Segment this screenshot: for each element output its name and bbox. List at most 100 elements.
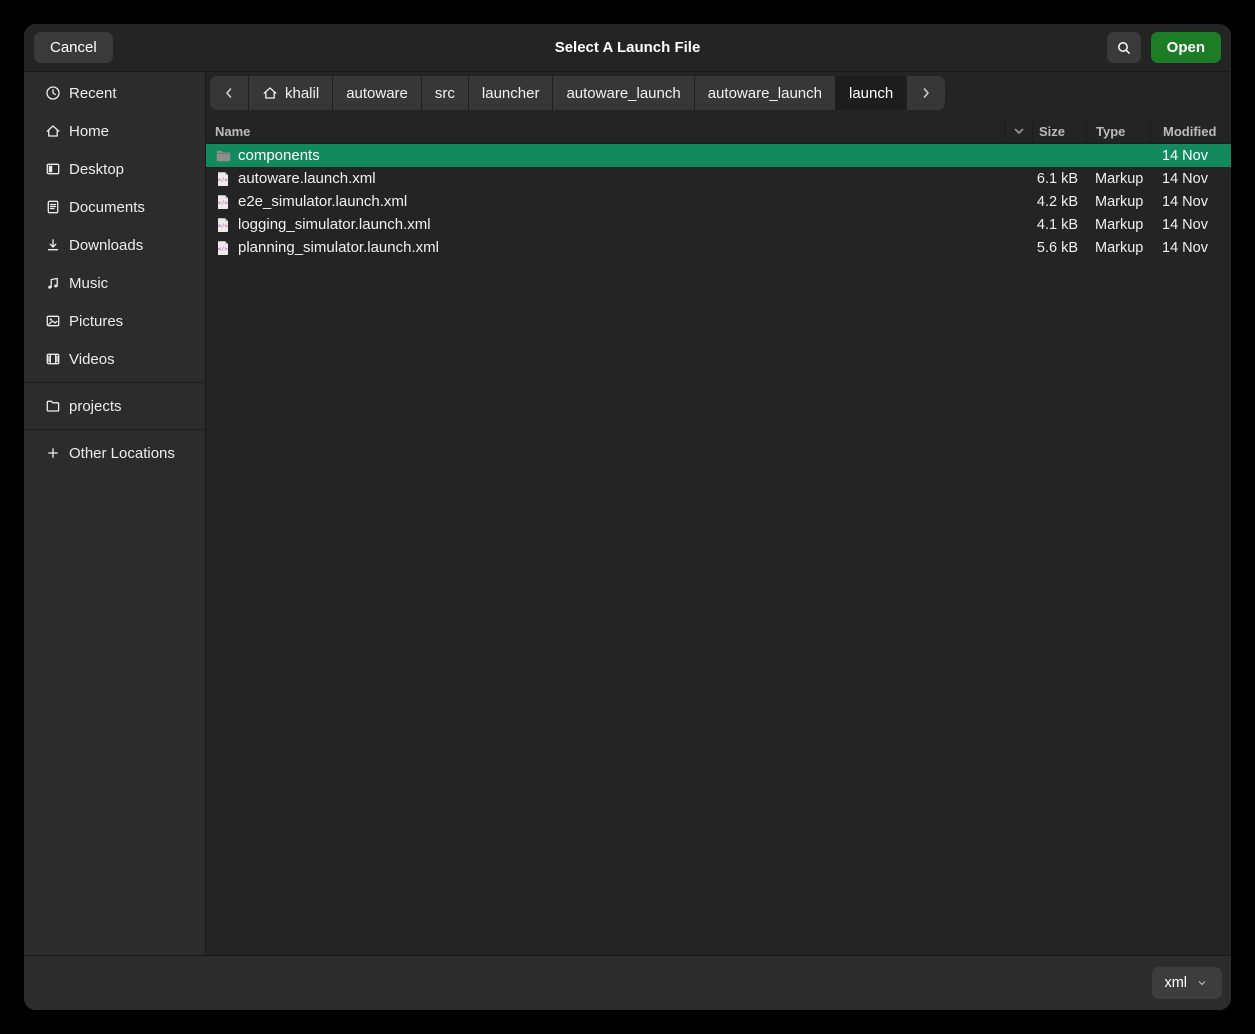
screen-background: Cancel Select A Launch File Open Recent H…: [0, 0, 1255, 1034]
file-size-cell: 4.2 kB: [1032, 194, 1086, 210]
dialog-body: Recent Home Desktop DocumentsDownloads Music…: [24, 72, 1231, 955]
file-name-label: e2e_simulator.launch.xml: [238, 193, 407, 210]
file-name-label: logging_simulator.launch.xml: [238, 216, 431, 233]
headerbar: Cancel Select A Launch File Open: [24, 24, 1231, 72]
sidebar-separator: [24, 429, 205, 430]
clock-icon: [45, 85, 61, 101]
file-row-logging-simulator-launch-xml[interactable]: </>logging_simulator.launch.xml 4.1 kBMar…: [206, 213, 1231, 236]
sort-indicator[interactable]: [1005, 119, 1032, 143]
xml-file-icon: </>: [215, 194, 231, 210]
sidebar-item-label: Desktop: [69, 161, 124, 178]
file-modified-cell: 14 Nov: [1150, 240, 1231, 256]
sidebar-item-other-locations[interactable]: Other Locations: [28, 434, 201, 472]
file-modified-cell: 14 Nov: [1150, 194, 1231, 210]
breadcrumb-segment-label: autoware_launch: [566, 85, 680, 102]
sidebar-item-projects[interactable]: projects: [28, 387, 201, 425]
file-modified-cell: 14 Nov: [1150, 148, 1231, 164]
file-name-cell: </>logging_simulator.launch.xml: [206, 216, 1005, 233]
sidebar-separator: [24, 382, 205, 383]
places-sidebar: Recent Home Desktop DocumentsDownloads Music…: [24, 72, 206, 955]
file-list: components14 Nov</>autoware.launch.xml6.…: [206, 144, 1231, 955]
svg-text:</>: </>: [218, 177, 229, 183]
file-list-header: Name Size Type Modified: [206, 119, 1231, 144]
file-row-e2e-simulator-launch-xml[interactable]: </> e2e_simulator.launch.xml 4.2 kBMarkup1…: [206, 190, 1231, 213]
search-icon: [1116, 40, 1132, 56]
breadcrumb-segment-label: autoware_launch: [708, 85, 822, 102]
column-header-modified[interactable]: Modified: [1150, 119, 1231, 143]
file-type-cell: Markup: [1086, 194, 1150, 210]
svg-text:</>: </>: [218, 246, 229, 252]
folder-icon: [45, 398, 61, 414]
file-name-label: components: [238, 147, 320, 164]
column-header-size[interactable]: Size: [1032, 119, 1086, 143]
footer-bar: xml: [24, 955, 1231, 1010]
breadcrumb-segment-label: src: [435, 85, 455, 102]
film-icon: [45, 351, 61, 367]
file-row-autoware-launch-xml[interactable]: </>autoware.launch.xml6.1 kBMarkup14 Nov: [206, 167, 1231, 190]
breadcrumb-segment-label: launcher: [482, 85, 540, 102]
header-actions: Open: [1107, 32, 1221, 63]
file-type-cell: Markup: [1086, 240, 1150, 256]
column-header-name[interactable]: Name: [206, 124, 1005, 139]
music-icon: [45, 275, 61, 291]
pathbar-area: khalil autoware src launcher autoware_launch…: [206, 72, 1231, 116]
breadcrumb-segment-khalil[interactable]: khalil: [249, 76, 332, 110]
chevron-down-icon: [1194, 975, 1210, 991]
sidebar-item-documents[interactable]: Documents: [28, 188, 201, 226]
sidebar-item-pictures[interactable]: Pictures: [28, 302, 201, 340]
path-forward-button[interactable]: [907, 76, 945, 110]
breadcrumb-segment-label: autoware: [346, 85, 408, 102]
breadcrumb: khalil autoware src launcher autoware_launch…: [210, 76, 945, 110]
sidebar-item-videos[interactable]: Videos: [28, 340, 201, 378]
sidebar-item-label: Home: [69, 123, 109, 140]
sidebar-places-list: Recent Home Desktop DocumentsDownloads Music…: [24, 74, 205, 378]
file-type-cell: Markup: [1086, 217, 1150, 233]
breadcrumb-segment-autoware-launch[interactable]: autoware_launch: [695, 76, 835, 110]
document-icon: [45, 199, 61, 215]
sidebar-item-desktop[interactable]: Desktop: [28, 150, 201, 188]
sidebar-item-downloads[interactable]: Downloads: [28, 226, 201, 264]
cancel-button[interactable]: Cancel: [34, 32, 113, 63]
sidebar-item-music[interactable]: Music: [28, 264, 201, 302]
file-size-cell: 5.6 kB: [1032, 240, 1086, 256]
breadcrumb-segment-label: khalil: [285, 85, 319, 102]
file-row-components[interactable]: components 14 Nov: [206, 144, 1231, 167]
sidebar-item-home[interactable]: Home: [28, 112, 201, 150]
chevron-left-icon: [221, 85, 237, 101]
plus-icon: [45, 445, 61, 461]
xml-file-icon: </>: [215, 240, 231, 256]
svg-text:</>: </>: [218, 200, 229, 206]
home-icon: [45, 123, 61, 139]
breadcrumb-segment-autoware[interactable]: autoware: [333, 76, 421, 110]
sidebar-item-label: Other Locations: [69, 445, 175, 462]
sidebar-item-label: Pictures: [69, 313, 123, 330]
breadcrumb-segment-launch[interactable]: launch: [836, 76, 906, 110]
file-name-cell: components: [206, 147, 1005, 164]
sidebar-item-label: Music: [69, 275, 108, 292]
chevron-right-icon: [918, 85, 934, 101]
search-button[interactable]: [1107, 32, 1141, 63]
file-filter-dropdown[interactable]: xml: [1152, 967, 1222, 999]
column-header-type[interactable]: Type: [1086, 119, 1150, 143]
breadcrumb-segment-src[interactable]: src: [422, 76, 468, 110]
file-browser-pane: khalil autoware src launcher autoware_launch…: [206, 72, 1231, 955]
open-button[interactable]: Open: [1151, 32, 1221, 63]
file-size-cell: 4.1 kB: [1032, 217, 1086, 233]
path-back-button[interactable]: [210, 76, 248, 110]
chevron-down-icon: [1011, 123, 1027, 139]
file-name-cell: </> autoware.launch.xml: [206, 170, 1005, 187]
sidebar-item-recent[interactable]: Recent: [28, 74, 201, 112]
dialog-title: Select A Launch File: [24, 39, 1231, 56]
file-modified-cell: 14 Nov: [1150, 217, 1231, 233]
file-modified-cell: 14 Nov: [1150, 171, 1231, 187]
sidebar-other-locations-wrap: Other Locations: [24, 434, 205, 472]
breadcrumb-segment-launcher[interactable]: launcher: [469, 76, 553, 110]
file-name-label: planning_simulator.launch.xml: [238, 239, 439, 256]
file-name-label: autoware.launch.xml: [238, 170, 376, 187]
sidebar-bookmarks-list: projects: [24, 387, 205, 425]
desktop-icon: [45, 161, 61, 177]
breadcrumb-segment-autoware-launch[interactable]: autoware_launch: [553, 76, 693, 110]
file-type-cell: Markup: [1086, 171, 1150, 187]
file-row-planning-simulator-launch-xml[interactable]: </> planning_simulator.launch.xml 5.6 kBMa…: [206, 236, 1231, 259]
home-icon: [262, 85, 278, 101]
